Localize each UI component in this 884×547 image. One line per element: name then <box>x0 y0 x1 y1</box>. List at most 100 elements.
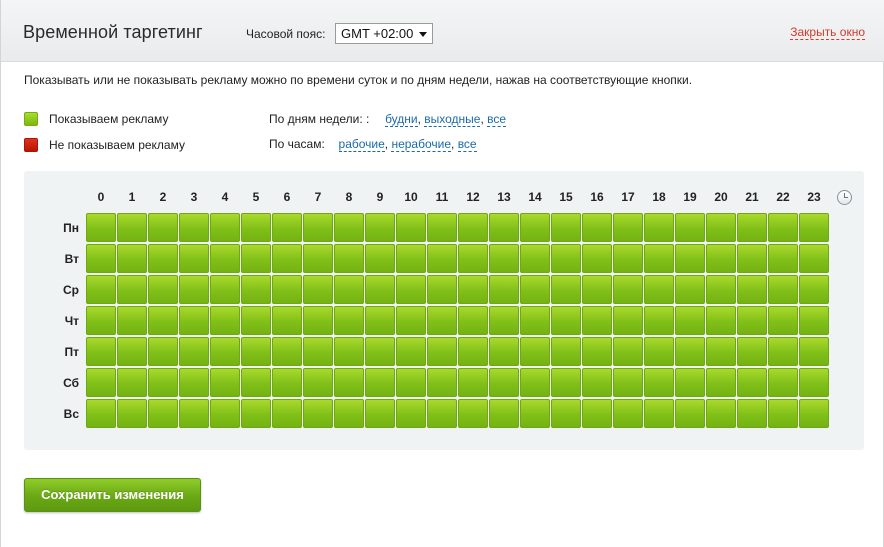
schedule-cell[interactable] <box>582 244 612 273</box>
schedule-cell[interactable] <box>799 306 829 335</box>
day-label[interactable]: Пн <box>49 221 79 235</box>
schedule-cell[interactable] <box>582 213 612 242</box>
schedule-cell[interactable] <box>210 337 240 366</box>
schedule-cell[interactable] <box>768 275 798 304</box>
hour-label[interactable]: 20 <box>706 190 736 204</box>
schedule-cell[interactable] <box>303 244 333 273</box>
schedule-cell[interactable] <box>427 368 457 397</box>
schedule-cell[interactable] <box>303 368 333 397</box>
schedule-cell[interactable] <box>706 399 736 428</box>
hour-label[interactable]: 7 <box>303 190 333 204</box>
schedule-cell[interactable] <box>799 244 829 273</box>
schedule-cell[interactable] <box>551 368 581 397</box>
schedule-cell[interactable] <box>396 213 426 242</box>
schedule-cell[interactable] <box>365 244 395 273</box>
close-window-link[interactable]: Закрыть окно <box>790 26 865 40</box>
schedule-cell[interactable] <box>365 368 395 397</box>
schedule-cell[interactable] <box>582 275 612 304</box>
schedule-cell[interactable] <box>241 244 271 273</box>
day-label[interactable]: Чт <box>49 314 79 328</box>
schedule-cell[interactable] <box>86 213 116 242</box>
schedule-cell[interactable] <box>582 337 612 366</box>
hour-label[interactable]: 12 <box>458 190 488 204</box>
schedule-cell[interactable] <box>489 275 519 304</box>
schedule-cell[interactable] <box>613 368 643 397</box>
schedule-cell[interactable] <box>86 244 116 273</box>
schedule-cell[interactable] <box>582 368 612 397</box>
schedule-cell[interactable] <box>86 399 116 428</box>
schedule-cell[interactable] <box>148 213 178 242</box>
schedule-cell[interactable] <box>427 275 457 304</box>
schedule-cell[interactable] <box>489 244 519 273</box>
schedule-cell[interactable] <box>210 275 240 304</box>
schedule-cell[interactable] <box>799 368 829 397</box>
schedule-cell[interactable] <box>396 399 426 428</box>
schedule-cell[interactable] <box>272 337 302 366</box>
weekends-link[interactable]: выходные <box>424 112 481 127</box>
schedule-cell[interactable] <box>737 275 767 304</box>
schedule-cell[interactable] <box>334 337 364 366</box>
hour-label[interactable]: 1 <box>117 190 147 204</box>
hour-label[interactable]: 15 <box>551 190 581 204</box>
hour-label[interactable]: 11 <box>427 190 457 204</box>
schedule-cell[interactable] <box>706 244 736 273</box>
schedule-cell[interactable] <box>768 244 798 273</box>
schedule-cell[interactable] <box>117 275 147 304</box>
schedule-cell[interactable] <box>241 275 271 304</box>
schedule-cell[interactable] <box>334 399 364 428</box>
schedule-cell[interactable] <box>272 213 302 242</box>
hour-label[interactable]: 4 <box>210 190 240 204</box>
schedule-cell[interactable] <box>86 368 116 397</box>
schedule-cell[interactable] <box>551 306 581 335</box>
schedule-cell[interactable] <box>303 275 333 304</box>
all-days-link[interactable]: все <box>487 112 507 127</box>
hour-label[interactable]: 0 <box>86 190 116 204</box>
hour-label[interactable]: 2 <box>148 190 178 204</box>
schedule-cell[interactable] <box>241 337 271 366</box>
schedule-cell[interactable] <box>706 213 736 242</box>
schedule-cell[interactable] <box>272 399 302 428</box>
schedule-cell[interactable] <box>582 306 612 335</box>
schedule-cell[interactable] <box>520 368 550 397</box>
schedule-cell[interactable] <box>148 306 178 335</box>
schedule-cell[interactable] <box>148 275 178 304</box>
schedule-cell[interactable] <box>272 368 302 397</box>
non-working-hours-link[interactable]: нерабочие <box>391 137 452 152</box>
schedule-cell[interactable] <box>489 368 519 397</box>
schedule-cell[interactable] <box>334 244 364 273</box>
schedule-cell[interactable] <box>396 306 426 335</box>
schedule-cell[interactable] <box>303 213 333 242</box>
hour-label[interactable]: 3 <box>179 190 209 204</box>
hour-label[interactable]: 19 <box>675 190 705 204</box>
schedule-cell[interactable] <box>489 337 519 366</box>
schedule-cell[interactable] <box>303 337 333 366</box>
schedule-cell[interactable] <box>799 399 829 428</box>
schedule-cell[interactable] <box>768 399 798 428</box>
schedule-cell[interactable] <box>768 213 798 242</box>
day-label[interactable]: Пт <box>49 345 79 359</box>
schedule-cell[interactable] <box>551 244 581 273</box>
schedule-cell[interactable] <box>241 368 271 397</box>
schedule-cell[interactable] <box>148 368 178 397</box>
schedule-cell[interactable] <box>179 399 209 428</box>
schedule-cell[interactable] <box>427 337 457 366</box>
schedule-cell[interactable] <box>179 337 209 366</box>
schedule-cell[interactable] <box>396 244 426 273</box>
schedule-cell[interactable] <box>613 306 643 335</box>
schedule-cell[interactable] <box>272 306 302 335</box>
schedule-cell[interactable] <box>737 399 767 428</box>
day-label[interactable]: Вс <box>49 407 79 421</box>
all-hours-link[interactable]: все <box>457 137 477 152</box>
schedule-cell[interactable] <box>210 213 240 242</box>
weekdays-link[interactable]: будни <box>385 112 418 127</box>
schedule-cell[interactable] <box>86 337 116 366</box>
schedule-cell[interactable] <box>117 368 147 397</box>
schedule-cell[interactable] <box>737 306 767 335</box>
schedule-cell[interactable] <box>179 275 209 304</box>
hour-label[interactable]: 6 <box>272 190 302 204</box>
schedule-cell[interactable] <box>675 368 705 397</box>
schedule-cell[interactable] <box>644 368 674 397</box>
timezone-select[interactable]: GMT +02:00 <box>335 23 433 44</box>
schedule-cell[interactable] <box>737 337 767 366</box>
schedule-cell[interactable] <box>458 244 488 273</box>
